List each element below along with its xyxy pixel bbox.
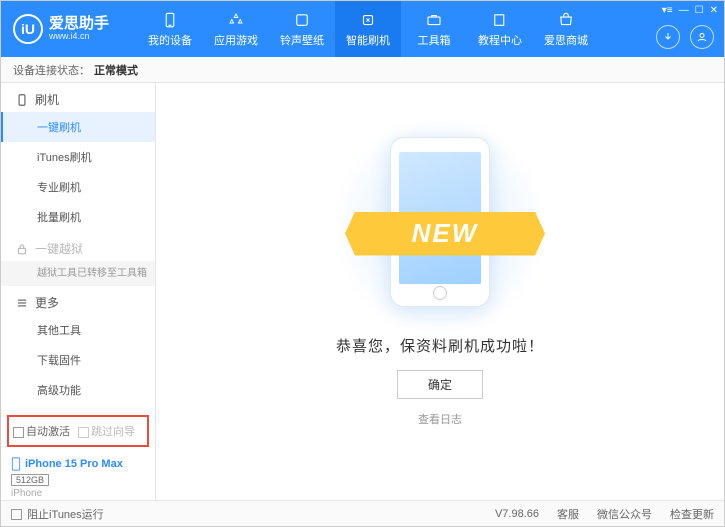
checkbox-auto-activate[interactable]: 自动激活 xyxy=(13,423,70,439)
status-bar: 设备连接状态： 正常模式 xyxy=(1,57,724,83)
sidebar-item-other[interactable]: 其他工具 xyxy=(1,315,155,345)
checkbox-block-itunes[interactable]: 阻止iTunes运行 xyxy=(11,506,104,522)
section-label: 一键越狱 xyxy=(35,240,83,257)
footer-update[interactable]: 检查更新 xyxy=(670,506,714,522)
user-button[interactable] xyxy=(690,25,714,49)
nav-label: 应用游戏 xyxy=(214,32,258,48)
toolbox-icon xyxy=(424,10,444,30)
main-content: NEW 恭喜您，保资料刷机成功啦！ 确定 查看日志 xyxy=(156,83,724,500)
success-illustration: NEW xyxy=(325,137,555,317)
section-label: 刷机 xyxy=(35,91,59,108)
storage-badge: 512GB xyxy=(11,474,49,486)
nav-label: 工具箱 xyxy=(418,32,451,48)
store-icon xyxy=(556,10,576,30)
list-icon xyxy=(15,296,29,310)
checkbox-skip-guide[interactable]: 跳过向导 xyxy=(78,423,135,439)
nav-tutorials[interactable]: 教程中心 xyxy=(467,1,533,57)
footer-service[interactable]: 客服 xyxy=(557,506,579,522)
success-message: 恭喜您，保资料刷机成功啦！ xyxy=(336,335,544,356)
device-info: iPhone 15 Pro Max 512GB iPhone xyxy=(1,453,155,507)
nav-label: 爱思商城 xyxy=(544,32,588,48)
logo-icon: iU xyxy=(13,14,43,44)
sidebar-item-advanced[interactable]: 高级功能 xyxy=(1,375,155,405)
sidebar-section-jailbreak: 一键越狱 xyxy=(1,232,155,261)
sidebar-section-more[interactable]: 更多 xyxy=(1,286,155,315)
section-label: 更多 xyxy=(35,294,59,311)
status-mode: 正常模式 xyxy=(94,62,138,78)
device-type: iPhone xyxy=(11,488,145,499)
nav-label: 铃声壁纸 xyxy=(280,32,324,48)
main-nav: 我的设备 应用游戏 铃声壁纸 智能刷机 工具箱 教程中心 xyxy=(137,1,599,57)
phone-icon xyxy=(15,93,29,107)
version-label: V7.98.66 xyxy=(495,508,539,520)
footer: 阻止iTunes运行 V7.98.66 客服 微信公众号 检查更新 xyxy=(1,500,724,526)
app-title: 爱思助手 xyxy=(49,16,109,33)
nav-label: 教程中心 xyxy=(478,32,522,48)
nav-ringtones[interactable]: 铃声壁纸 xyxy=(269,1,335,57)
nav-my-device[interactable]: 我的设备 xyxy=(137,1,203,57)
sidebar-item-batch[interactable]: 批量刷机 xyxy=(1,202,155,232)
sidebar-item-pro[interactable]: 专业刷机 xyxy=(1,172,155,202)
lock-icon xyxy=(15,242,29,256)
device-icon xyxy=(160,10,180,30)
sidebar-item-download[interactable]: 下载固件 xyxy=(1,345,155,375)
maximize-button[interactable]: ☐ xyxy=(695,5,704,16)
book-icon xyxy=(490,10,510,30)
window-controls: ▾≡ — ☐ ✕ xyxy=(662,5,718,16)
nav-apps[interactable]: 应用游戏 xyxy=(203,1,269,57)
sidebar-jailbreak-note: 越狱工具已转移至工具箱 xyxy=(1,261,155,286)
nav-store[interactable]: 爱思商城 xyxy=(533,1,599,57)
ok-button[interactable]: 确定 xyxy=(397,370,483,399)
logo: iU 爱思助手 www.i4.cn xyxy=(1,14,121,44)
menu-icon[interactable]: ▾≡ xyxy=(662,5,673,16)
phone-icon xyxy=(11,457,21,471)
nav-toolbox[interactable]: 工具箱 xyxy=(401,1,467,57)
view-log-link[interactable]: 查看日志 xyxy=(418,411,462,427)
sidebar-item-itunes[interactable]: iTunes刷机 xyxy=(1,142,155,172)
nav-label: 智能刷机 xyxy=(346,32,390,48)
download-button[interactable] xyxy=(656,25,680,49)
apps-icon xyxy=(226,10,246,30)
close-button[interactable]: ✕ xyxy=(710,5,718,16)
app-subtitle: www.i4.cn xyxy=(49,32,109,42)
app-header: iU 爱思助手 www.i4.cn 我的设备 应用游戏 铃声壁纸 智能刷机 xyxy=(1,1,724,57)
sidebar-section-flash[interactable]: 刷机 xyxy=(1,83,155,112)
sidebar-item-oneclick[interactable]: 一键刷机 xyxy=(1,112,155,142)
sidebar: 刷机 一键刷机 iTunes刷机 专业刷机 批量刷机 一键越狱 越狱工具已转移至… xyxy=(1,83,156,500)
device-name[interactable]: iPhone 15 Pro Max xyxy=(11,457,145,471)
nav-flash[interactable]: 智能刷机 xyxy=(335,1,401,57)
music-icon xyxy=(292,10,312,30)
highlighted-checkbox-area: 自动激活 跳过向导 xyxy=(7,415,149,447)
flash-icon xyxy=(358,10,378,30)
footer-wechat[interactable]: 微信公众号 xyxy=(597,506,652,522)
minimize-button[interactable]: — xyxy=(679,5,689,16)
status-prefix: 设备连接状态： xyxy=(13,62,90,78)
nav-label: 我的设备 xyxy=(148,32,192,48)
new-ribbon: NEW xyxy=(345,212,545,256)
